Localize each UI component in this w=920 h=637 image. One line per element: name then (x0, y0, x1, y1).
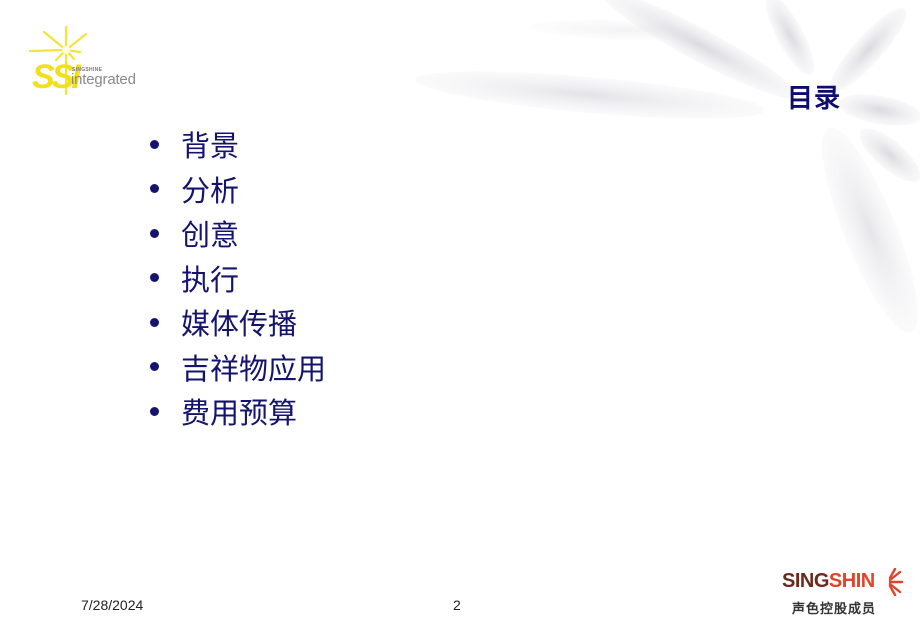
ssi-tagline: integrated (71, 71, 136, 88)
burst-petal (838, 94, 920, 126)
burst-petal (415, 71, 765, 119)
slide-title: 目录 (787, 83, 842, 113)
burst-petals (415, 0, 920, 333)
wordmark-sing: SING (782, 570, 829, 592)
bullet-icon (150, 139, 159, 149)
bullet-icon (150, 228, 159, 238)
bullet-icon (150, 273, 159, 283)
agenda-item: 分析 (148, 167, 326, 212)
agenda-item-label: 分析 (181, 175, 240, 208)
bullet-icon (150, 406, 159, 416)
sun-rays-icon (888, 568, 904, 596)
wordmark-shin: SHIN (828, 570, 875, 592)
singshine-subtitle: 声色控股成员 (792, 601, 877, 616)
agenda-list: 背景 分析 创意 执行 媒体传播 吉祥物应用 费用预算 (148, 122, 326, 434)
agenda-item: 创意 (148, 211, 326, 256)
agenda-item-label: 背景 (181, 131, 240, 164)
footer-date: 7/28/2024 (81, 597, 144, 613)
singshine-wordmark: SINGSHIN (782, 570, 875, 593)
agenda-item: 媒体传播 (148, 300, 326, 345)
agenda-item: 费用预算 (148, 389, 326, 434)
agenda-item: 吉祥物应用 (148, 345, 326, 390)
ssi-integrated-logo: SSI SINGSHINE integrated (22, 22, 152, 100)
agenda-item-label: 执行 (181, 264, 240, 297)
agenda-item-label: 吉祥物应用 (181, 353, 327, 386)
agenda-item-label: 创意 (181, 220, 240, 253)
footer-page-number: 2 (453, 597, 461, 613)
agenda-item-label: 费用预算 (181, 398, 298, 431)
agenda-item: 背景 (148, 122, 326, 167)
agenda-item: 执行 (148, 256, 326, 301)
slide: SSI SINGSHINE integrated 目录 背景 分析 创意 执行 … (0, 0, 920, 637)
singshine-logo: SINGSHIN 声色控股成员 (780, 568, 920, 628)
bullet-icon (150, 184, 159, 194)
agenda-item-label: 媒体传播 (181, 309, 298, 342)
bullet-icon (150, 317, 159, 327)
bullet-icon (150, 362, 159, 372)
